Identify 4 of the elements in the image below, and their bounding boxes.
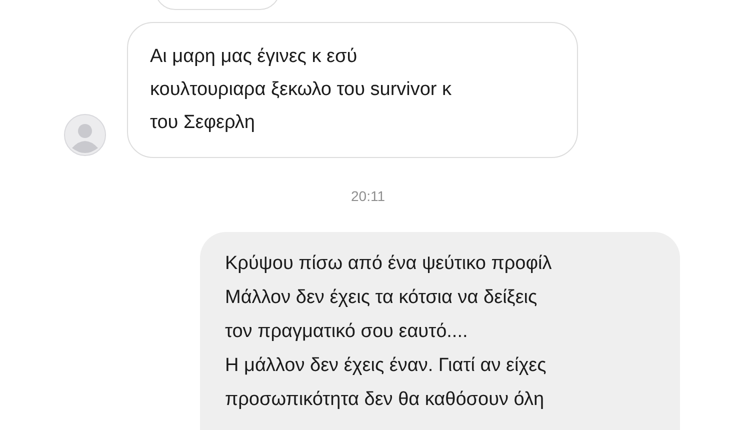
message-bubble: Κρύψου πίσω από ένα ψεύτικο προφίλ Μάλλον δεν έχεις τα κότσια να δείξεις τον πραγματικό σου εαυτό.... Η μάλλον δεν έχεις έναν. Γιατί αν είχες προσωπικότητα δεν θα καθόσουν όλη bbox=[200, 232, 680, 430]
message-time: 20:11 bbox=[351, 187, 385, 206]
message-bubble: Αι μαρη μας έγινες κ εσύ κουλτουριαρα ξεκωλο του survivor κ του Σεφερλη bbox=[127, 22, 578, 158]
avatar-icon bbox=[64, 114, 106, 156]
